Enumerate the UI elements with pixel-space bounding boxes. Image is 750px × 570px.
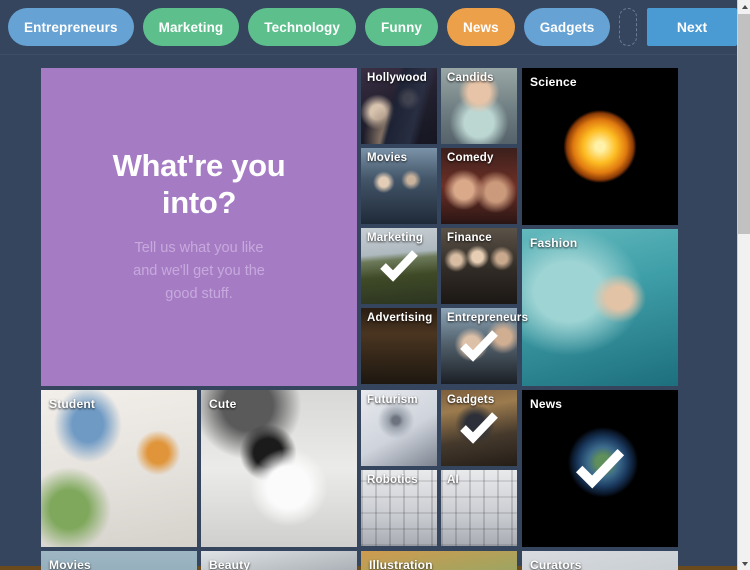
tile-artwork bbox=[361, 551, 517, 570]
topic-tile-illustration[interactable]: Illustration bbox=[361, 551, 517, 570]
tile-artwork bbox=[41, 390, 197, 547]
topic-tile-science[interactable]: Science bbox=[522, 68, 678, 225]
grid-row-1: What're you into? Tell us what you like … bbox=[41, 68, 737, 386]
tile-artwork bbox=[361, 470, 437, 546]
tile-artwork bbox=[361, 148, 437, 224]
topic-tile-entrepreneurs[interactable]: Entrepreneurs bbox=[441, 308, 528, 384]
grid-row-3: Movies Beauty Illustration Curators bbox=[41, 551, 737, 570]
tile-artwork bbox=[522, 390, 678, 547]
selected-pill-entrepreneurs[interactable]: Entrepreneurs bbox=[8, 8, 134, 46]
selected-pill-technology[interactable]: Technology bbox=[248, 8, 357, 46]
topic-tile-student[interactable]: Student bbox=[41, 390, 197, 547]
topic-tile-fashion[interactable]: Fashion bbox=[522, 229, 678, 386]
topic-tile-movies[interactable]: Movies bbox=[361, 148, 437, 224]
topic-tile-advertising[interactable]: Advertising bbox=[361, 308, 437, 384]
topic-tile-gadgets[interactable]: Gadgets bbox=[441, 390, 517, 466]
topic-tile-hollywood[interactable]: Hollywood bbox=[361, 68, 437, 144]
small-tile-pair: Movies Comedy bbox=[361, 148, 517, 224]
tile-artwork bbox=[361, 390, 437, 466]
topic-tile-marketing[interactable]: Marketing bbox=[361, 228, 437, 304]
small-tile-column-1: Hollywood Candids Movies Comedy Marketin… bbox=[361, 68, 528, 386]
topic-grid-scroll-area[interactable]: What're you into? Tell us what you like … bbox=[0, 56, 737, 570]
vertical-scrollbar[interactable] bbox=[737, 0, 750, 570]
tile-artwork bbox=[361, 308, 437, 384]
tile-artwork bbox=[441, 390, 517, 466]
scrollbar-thumb[interactable] bbox=[738, 14, 750, 234]
tile-artwork bbox=[361, 228, 437, 304]
page-subtitle: Tell us what you like and we'll get you … bbox=[133, 240, 265, 303]
app-window: Entrepreneurs Marketing Technology Funny… bbox=[0, 0, 750, 570]
tile-artwork bbox=[41, 551, 197, 570]
topic-tile-futurism[interactable]: Futurism bbox=[361, 390, 437, 466]
topic-tile-movies-2[interactable]: Movies bbox=[41, 551, 197, 570]
small-tile-pair: Robotics AI bbox=[361, 470, 517, 546]
small-tile-pair: Marketing Finance bbox=[361, 228, 517, 304]
topic-grid: What're you into? Tell us what you like … bbox=[0, 56, 737, 570]
selected-pill-marketing[interactable]: Marketing bbox=[142, 8, 240, 46]
selected-pill-news[interactable]: News bbox=[447, 8, 515, 46]
topic-tile-comedy[interactable]: Comedy bbox=[441, 148, 517, 224]
topic-tile-candids[interactable]: Candids bbox=[441, 68, 517, 144]
scroll-up-arrow-icon[interactable] bbox=[738, 0, 750, 13]
grid-row-2: Student Cute Futurism Gadgets Robotics A… bbox=[41, 390, 737, 547]
selected-pill-funny[interactable]: Funny bbox=[365, 8, 439, 46]
tile-artwork bbox=[201, 551, 357, 570]
tile-artwork bbox=[522, 551, 678, 570]
selected-pill-gadgets[interactable]: Gadgets bbox=[523, 8, 611, 46]
small-tile-column-2: Futurism Gadgets Robotics AI bbox=[361, 390, 517, 547]
topic-tile-cute[interactable]: Cute bbox=[201, 390, 357, 547]
empty-topic-slot[interactable] bbox=[619, 8, 637, 46]
large-tile-column-1: Science Fashion bbox=[522, 68, 678, 386]
tile-artwork bbox=[441, 308, 517, 384]
scroll-down-arrow-icon[interactable] bbox=[738, 557, 750, 570]
hero-card: What're you into? Tell us what you like … bbox=[41, 68, 357, 386]
topic-tile-robotics[interactable]: Robotics bbox=[361, 470, 437, 546]
topic-tile-finance[interactable]: Finance bbox=[441, 228, 517, 304]
tile-artwork bbox=[441, 68, 517, 144]
tile-artwork bbox=[201, 390, 357, 547]
topic-tile-curators[interactable]: Curators bbox=[522, 551, 678, 570]
page-title: What're you into? bbox=[112, 148, 286, 220]
small-tile-pair: Futurism Gadgets bbox=[361, 390, 517, 466]
selected-topics-header: Entrepreneurs Marketing Technology Funny… bbox=[0, 0, 737, 55]
tile-artwork bbox=[441, 470, 517, 546]
topic-tile-ai[interactable]: AI bbox=[441, 470, 517, 546]
small-tile-pair: Hollywood Candids bbox=[361, 68, 517, 144]
topic-tile-beauty[interactable]: Beauty bbox=[201, 551, 357, 570]
topic-tile-news[interactable]: News bbox=[522, 390, 678, 547]
tile-artwork bbox=[522, 229, 678, 386]
tile-artwork bbox=[441, 228, 517, 304]
tile-artwork bbox=[361, 68, 437, 144]
tile-artwork bbox=[441, 148, 517, 224]
small-tile-pair: Advertising Entrepreneurs bbox=[361, 308, 528, 384]
tile-artwork bbox=[522, 68, 678, 225]
next-button[interactable]: Next bbox=[647, 8, 737, 46]
